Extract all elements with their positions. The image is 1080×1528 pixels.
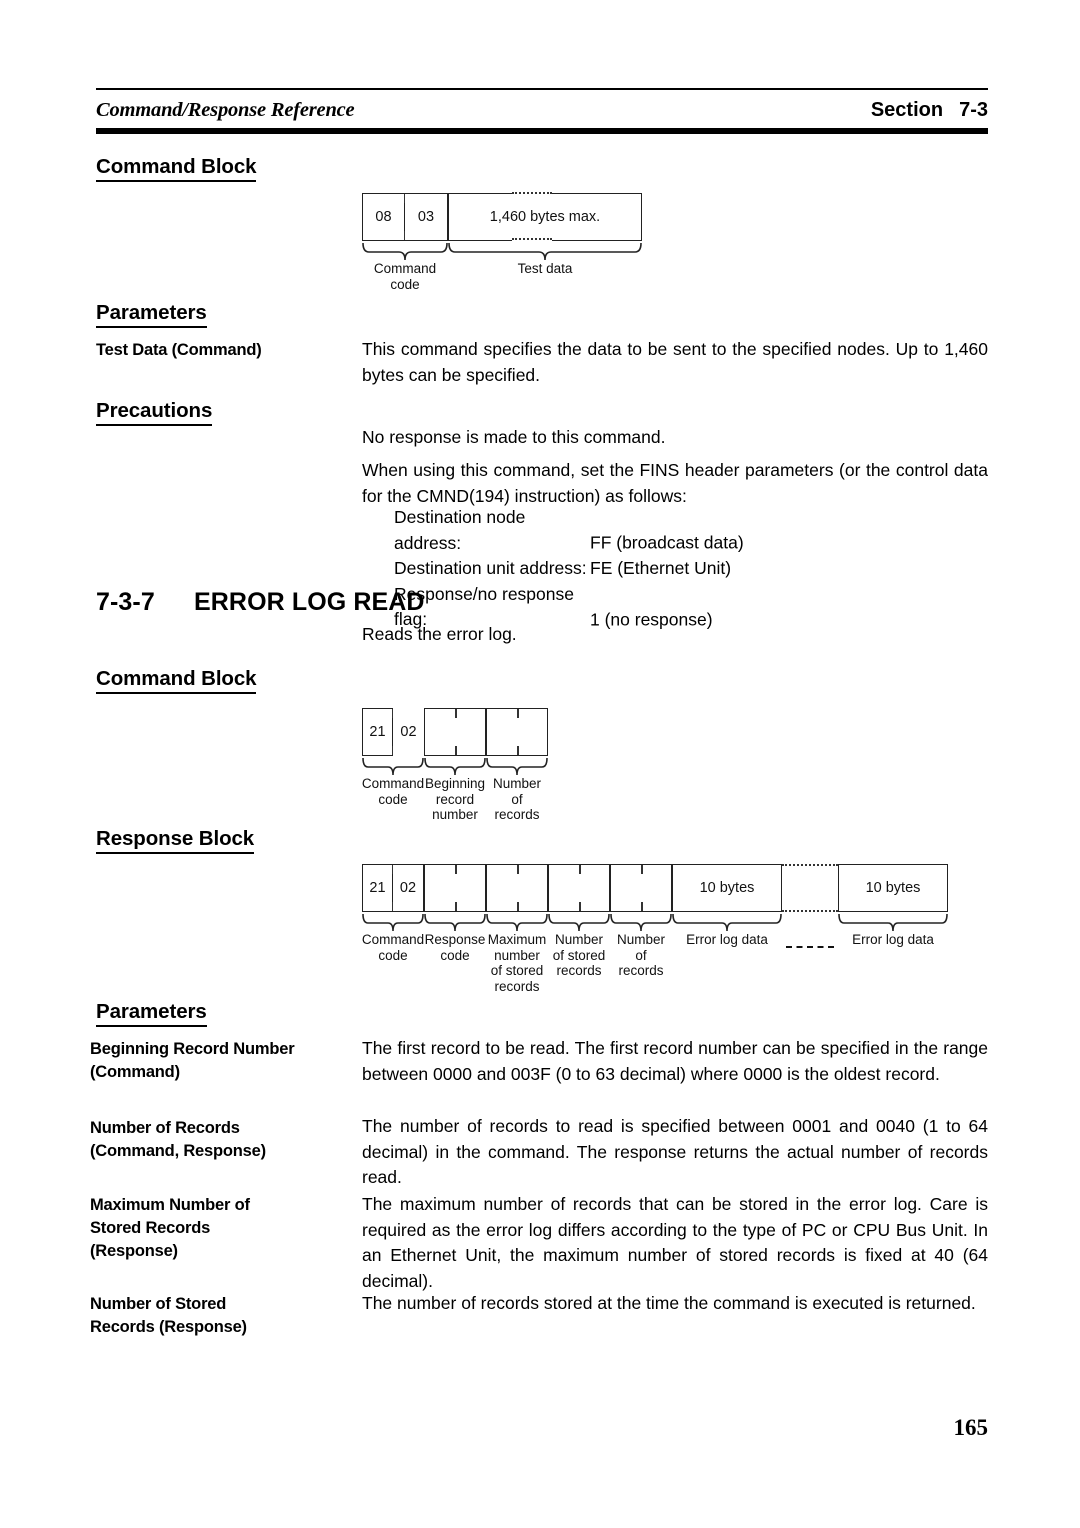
param-text-beginning-record-number: The first record to be read. The first r… [362, 1038, 988, 1084]
heading-precautions: Precautions [96, 399, 212, 426]
precaution-settings-list: Destination node address: FF (broadcast d… [394, 505, 994, 633]
diagram-braces [362, 242, 642, 261]
setting-destination-unit-address: Destination unit address: FE (Ethernet Un… [394, 556, 994, 582]
setting-key: Destination node address: [394, 507, 526, 553]
cell-tick-top [517, 709, 519, 718]
diagram-cell-response-code [424, 864, 486, 912]
precaution-paragraph-1: No response is made to this command. [362, 427, 666, 447]
diagram-cell-number-of-records [486, 708, 548, 756]
header-rule-top [96, 88, 988, 90]
heading-response-block: Response Block [96, 827, 254, 854]
param-text-maximum-number-of-stored-records: The maximum number of records that can b… [362, 1194, 988, 1291]
diagram-cell-maximum-number-of-stored-records [486, 864, 548, 912]
heading-parameters-2: Parameters [96, 1000, 207, 1027]
diagram-cell-byte-08: 08 [362, 193, 406, 241]
cell-tick-top [579, 865, 581, 874]
diagram-dotted-top [512, 192, 552, 197]
header-rule-bottom [96, 128, 988, 134]
label-test-data: Test data [517, 261, 573, 276]
label-error-log-data-1: Error log data [686, 932, 768, 947]
label-number-of-records: Number of records [616, 932, 665, 978]
cell-text: 03 [417, 209, 435, 225]
cell-tick-bottom [517, 902, 519, 911]
param-label-number-of-records: Number of Records (Command, Response) [90, 1119, 266, 1160]
diagram-braces [362, 757, 548, 776]
cell-tick-bottom [455, 902, 457, 911]
cell-text: 1,460 bytes max. [489, 209, 601, 225]
diagram-cell-continuation-gap [782, 864, 838, 912]
heading-command-block-1: Command Block [96, 155, 257, 182]
label-number-of-records: Number of records [492, 776, 541, 822]
section-number: 7-3-7 [96, 588, 155, 616]
diagram-cell-test-data: 1,460 bytes max. [448, 193, 642, 241]
param-label-number-of-stored-records: Number of Stored Records (Response) [90, 1295, 247, 1336]
cell-text: 21 [369, 724, 386, 740]
header-section: Section 7-3 [871, 99, 988, 122]
setting-value: FE (Ethernet Unit) [590, 558, 732, 578]
diagram-cell-byte-21: 21 [362, 708, 394, 756]
diagram-cell-byte-03: 03 [405, 193, 448, 241]
diagram-cell-number-of-stored-records [548, 864, 610, 912]
diagram-command-block-1: 08 03 1,460 bytes max. Command code Test… [362, 192, 662, 292]
diagram-cell-byte-02-text: 02 [393, 708, 424, 756]
error-log-read-intro: Reads the error log. [362, 624, 517, 644]
cell-tick-bottom [641, 902, 643, 911]
cell-tick-bottom [517, 746, 519, 755]
cell-text: 02 [399, 880, 417, 896]
diagram-cell-byte-21: 21 [362, 864, 394, 912]
param-label-test-data: Test Data (Command) [96, 341, 262, 359]
page-number: 165 [953, 1415, 989, 1440]
setting-key: Destination unit address: [394, 558, 587, 578]
heading-command-block-2: Command Block [96, 667, 257, 694]
diagram-cell-byte-02: 02 [393, 864, 424, 912]
diagram-command-block-2: 21 02 Command code Beginning record numb… [362, 708, 548, 822]
param-label-maximum-number-of-stored-records: Maximum Number of Stored Records (Respon… [90, 1196, 250, 1260]
cell-tick-top [517, 865, 519, 874]
cell-tick-top [455, 709, 457, 718]
cell-tick-bottom [455, 746, 457, 755]
diagram-cell-beginning-record-number [424, 708, 486, 756]
cell-text: 21 [369, 880, 386, 896]
setting-value: FF (broadcast data) [590, 532, 744, 553]
diagram-braces [362, 913, 948, 932]
document-page: Command/Response Reference Section 7-3 Co… [0, 0, 1080, 1528]
section-heading-error-log-read: 7-3-7 ERROR LOG READ [96, 588, 425, 617]
diagram-response-block: 21 02 10 bytes 10 bytes Command code Res… [362, 864, 948, 994]
cell-text: 08 [375, 209, 392, 225]
cell-tick-bottom [579, 902, 581, 911]
cell-tick-top [455, 865, 457, 874]
diagram-cell-error-log-data-2: 10 bytes [838, 864, 948, 912]
diagram-dash-connector [786, 946, 834, 948]
setting-destination-node-address: Destination node address: FF (broadcast d… [394, 505, 994, 556]
diagram-cell-error-log-data-1: 10 bytes [672, 864, 782, 912]
heading-parameters-1: Parameters [96, 301, 207, 328]
cell-text: 02 [400, 724, 417, 740]
cell-text: 10 bytes [699, 880, 755, 896]
param-text-test-data: This command specifies the data to be se… [362, 339, 988, 385]
param-text-number-of-records: The number of records to read is specifi… [362, 1116, 988, 1187]
cell-tick-top [641, 865, 643, 874]
header-section-number: 7-3 [959, 99, 988, 121]
label-command-code: Command code [373, 261, 437, 292]
cell-text: 10 bytes [865, 880, 921, 896]
label-error-log-data-2: Error log data [852, 932, 934, 947]
header-title: Command/Response Reference [96, 99, 355, 121]
param-text-number-of-stored-records: The number of records stored at the time… [362, 1293, 976, 1313]
header-section-word: Section [870, 99, 944, 121]
precaution-paragraph-2: When using this command, set the FINS he… [362, 460, 988, 506]
param-label-beginning-record-number: Beginning Record Number (Command) [90, 1040, 295, 1081]
diagram-cell-number-of-records [610, 864, 672, 912]
section-title: ERROR LOG READ [194, 588, 425, 616]
